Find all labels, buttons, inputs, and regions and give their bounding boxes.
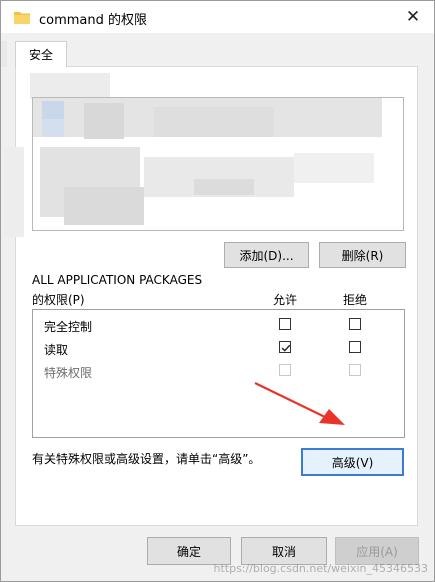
window-title: command 的权限 [39,13,148,28]
background-window-edge [1,41,7,67]
add-button[interactable]: 添加(D)... [224,242,309,268]
selected-group-name: ALL APPLICATION PACKAGES [32,273,203,287]
allow-full-control-checkbox[interactable] [279,318,291,330]
ok-button[interactable]: 确定 [147,537,231,565]
close-button[interactable]: ✕ [398,4,428,30]
allow-column-header: 允许 [273,293,298,307]
permission-row-label: 完全控制 [44,320,93,334]
deny-read-checkbox[interactable] [349,341,361,353]
folder-icon [14,10,30,24]
cancel-button[interactable]: 取消 [241,537,327,565]
allow-read-checkbox[interactable] [279,341,291,353]
deny-column-header: 拒绝 [343,293,368,307]
permissions-for-label: 的权限(P) [32,293,85,307]
remove-button[interactable]: 删除(R) [319,242,406,268]
permission-row-label: 读取 [44,343,69,357]
advanced-button[interactable]: 高级(V) [301,448,404,476]
close-icon: ✕ [405,7,421,27]
red-arrow-icon [251,379,351,432]
permissions-dialog: command 的权限 ✕ 安全 添加(D)... 删除(R) ALL APPL… [0,0,435,582]
apply-button-label: 应用(A) [356,544,398,559]
ok-button-label: 确定 [176,544,201,559]
watermark: https://blog.csdn.net/weixin_45346533 [213,562,428,575]
title-bar: command 的权限 ✕ [1,1,434,33]
tab-security-label: 安全 [28,48,53,62]
advanced-button-label: 高级(V) [331,455,374,470]
advanced-hint-text: 有关特殊权限或高级设置，请单击“高级”。 [32,452,261,466]
deny-full-control-checkbox[interactable] [349,318,361,330]
cancel-button-label: 取消 [271,544,296,559]
allow-special-checkbox [279,364,291,376]
add-button-label: 添加(D)... [239,248,294,263]
apply-button: 应用(A) [335,537,419,565]
group-user-list[interactable] [32,97,404,231]
deny-special-checkbox [349,364,361,376]
permission-row-label: 特殊权限 [44,366,93,380]
tab-security[interactable]: 安全 [15,41,67,67]
checkmark-icon [281,344,291,352]
remove-button-label: 删除(R) [341,248,384,263]
